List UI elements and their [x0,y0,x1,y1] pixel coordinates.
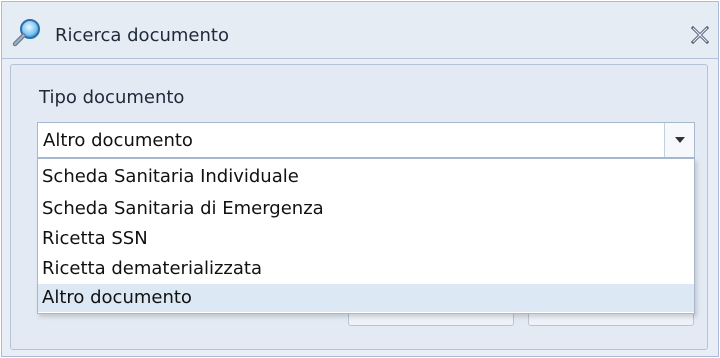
chevron-down-icon [675,137,685,143]
document-type-label: Tipo documento [39,87,185,108]
document-type-dropdown-list: Scheda Sanitaria Individuale Scheda Sani… [37,158,695,314]
search-button[interactable] [348,314,514,326]
document-type-value: Altro documento [43,130,193,151]
close-button[interactable] [689,24,711,46]
close-icon [690,25,710,45]
option-ricetta-ssn[interactable]: Ricetta SSN [38,225,694,253]
option-scheda-sanitaria-emergenza[interactable]: Scheda Sanitaria di Emergenza [38,195,694,223]
cancel-button[interactable] [528,314,694,326]
magnifier-icon [11,17,43,49]
option-ricetta-dematerializzata[interactable]: Ricetta dematerializzata [38,255,694,283]
dialog-title: Ricerca documento [55,25,229,46]
option-altro-documento[interactable]: Altro documento [38,284,694,312]
title-bar: Ricerca documento [2,2,718,59]
dropdown-arrow-button[interactable] [664,123,694,157]
document-type-select[interactable]: Altro documento [37,122,695,158]
option-scheda-sanitaria-individuale[interactable]: Scheda Sanitaria Individuale [38,163,694,191]
